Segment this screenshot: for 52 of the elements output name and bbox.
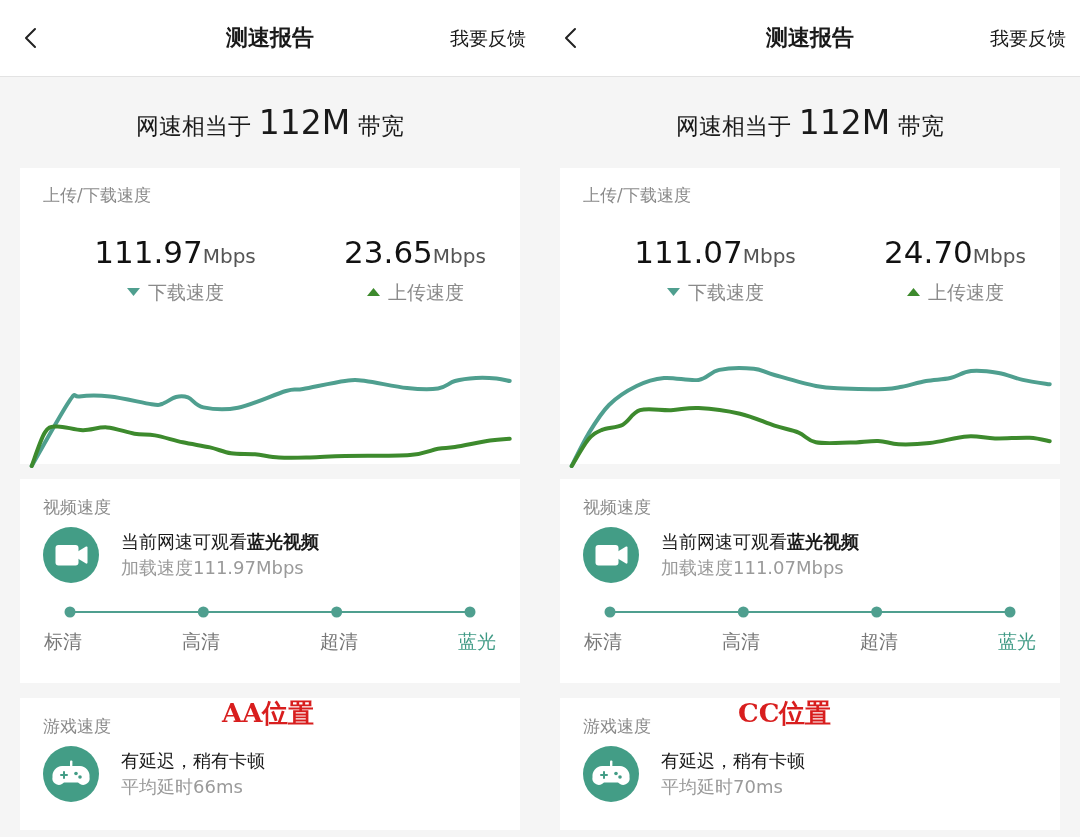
- annotation-label: CC位置: [738, 698, 832, 728]
- gamepad-icon: [583, 746, 639, 802]
- speed-value: 111.07Mbps: [634, 233, 796, 272]
- status-headline: 当前网速可观看蓝光视频: [121, 530, 319, 554]
- speed-value: 24.70Mbps: [884, 233, 1026, 272]
- speed-label: 上传速度: [927, 280, 1004, 305]
- quality-label: 超清: [319, 629, 359, 654]
- quality-label: 高清: [721, 629, 761, 654]
- status-detail: 平均延时70ms: [661, 775, 784, 799]
- quality-label: 蓝光: [457, 629, 497, 654]
- scale-dot-icon: [197, 606, 209, 618]
- video-camera-icon: [43, 527, 99, 583]
- section-title: 上传/下载速度: [583, 184, 691, 207]
- section-title: 游戏速度: [43, 715, 111, 738]
- back-icon[interactable]: [23, 27, 37, 49]
- speed-label: 下载速度: [687, 280, 764, 305]
- status-headline: 有延迟，稍有卡顿: [661, 749, 805, 773]
- quality-label: 标清: [43, 629, 83, 654]
- bandwidth-summary: 网速相当于 112M 带宽: [136, 103, 404, 144]
- status-detail: 加载速度111.07Mbps: [661, 556, 845, 580]
- scale-dot-icon: [604, 606, 616, 618]
- page-title: 测速报告: [766, 24, 854, 52]
- status-headline: 当前网速可观看蓝光视频: [661, 530, 859, 554]
- scale-dot-icon: [464, 606, 476, 618]
- speed-value: 23.65Mbps: [344, 233, 486, 272]
- section-title: 游戏速度: [583, 715, 651, 738]
- speed-label: 下载速度: [147, 280, 224, 305]
- feedback-link[interactable]: 我要反馈: [990, 25, 1066, 51]
- quality-label: 标清: [583, 629, 623, 654]
- scale-dot-icon: [331, 606, 343, 618]
- annotation-label: AA位置: [222, 698, 315, 728]
- page-title: 测速报告: [226, 24, 314, 52]
- gamepad-icon: [43, 746, 99, 802]
- status-detail: 加载速度111.97Mbps: [121, 556, 305, 580]
- scale-dot-icon: [64, 606, 76, 618]
- quality-label: 超清: [859, 629, 899, 654]
- quality-label: 蓝光: [997, 629, 1037, 654]
- speed-label: 上传速度: [387, 280, 464, 305]
- status-detail: 平均延时66ms: [121, 775, 244, 799]
- scale-dot-icon: [871, 606, 883, 618]
- section-title: 上传/下载速度: [43, 184, 151, 207]
- scale-dot-icon: [737, 606, 749, 618]
- video-camera-icon: [583, 527, 639, 583]
- section-title: 视频速度: [583, 496, 651, 519]
- section-title: 视频速度: [43, 496, 111, 519]
- bandwidth-summary: 网速相当于 112M 带宽: [676, 103, 944, 144]
- scale-dot-icon: [1004, 606, 1016, 618]
- feedback-link[interactable]: 我要反馈: [450, 25, 526, 51]
- quality-label: 高清: [181, 629, 221, 654]
- speed-value: 111.97Mbps: [94, 233, 256, 272]
- back-icon[interactable]: [563, 27, 577, 49]
- status-headline: 有延迟，稍有卡顿: [121, 749, 265, 773]
